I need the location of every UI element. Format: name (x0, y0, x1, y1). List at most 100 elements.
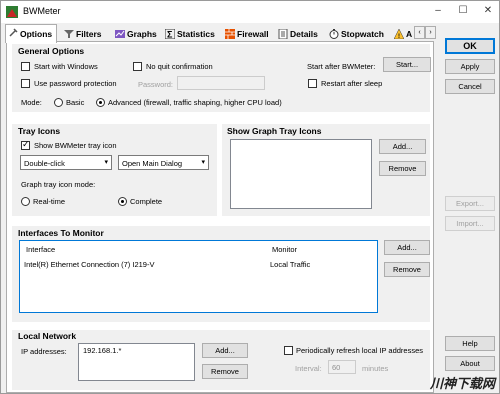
tray-click-value: Double-click (24, 159, 65, 168)
local-network-group: Local Network IP addresses: 192.168.1.* … (12, 330, 430, 390)
apply-button[interactable]: Apply (445, 59, 495, 74)
tray-icons-group: Tray Icons Show BWMeter tray icon Double… (12, 124, 217, 216)
interfaces-list[interactable]: Interface Monitor Intel(R) Ethernet Conn… (19, 240, 378, 313)
tab-statistics[interactable]: Σ Statistics (163, 26, 215, 42)
graph-tray-icons-group: Show Graph Tray Icons Add... Remove (222, 124, 430, 216)
password-input[interactable] (177, 76, 265, 90)
stopwatch-icon (329, 29, 339, 39)
restart-after-sleep-label: Restart after sleep (321, 79, 383, 88)
tray-click-select[interactable]: Double-click ▾ (20, 155, 112, 170)
graph-tray-mode-label: Graph tray icon mode: (21, 180, 96, 189)
tab-graphs-label: Graphs (127, 29, 157, 39)
complete-radio[interactable] (118, 197, 127, 206)
chevron-down-icon: ▾ (201, 159, 205, 166)
general-options-group: General Options Start with Windows No qu… (12, 44, 431, 112)
watermark: 川神下载网 (429, 376, 495, 391)
tab-graphs[interactable]: Graphs (113, 26, 157, 42)
refresh-local-ip-label: Periodically refresh local IP addresses (296, 346, 424, 355)
minimize-button[interactable]: – (431, 4, 445, 18)
tab-scroll-left[interactable]: ‹ (414, 26, 425, 39)
tab-alerts[interactable]: ! A (392, 26, 412, 42)
window-title: BWMeter (23, 6, 61, 16)
list-item[interactable]: 192.168.1.* (83, 346, 121, 355)
no-quit-confirmation-checkbox[interactable] (133, 62, 142, 71)
svg-text:Σ: Σ (167, 30, 173, 40)
tab-stopwatch-label: Stopwatch (341, 29, 384, 39)
help-button[interactable]: Help (445, 336, 495, 351)
tab-details[interactable]: Details (276, 26, 318, 42)
alert-icon: ! (394, 29, 404, 39)
ip-remove-button[interactable]: Remove (202, 364, 248, 379)
start-after-label: Start after BWMeter: (307, 62, 376, 71)
interfaces-add-button[interactable]: Add... (384, 240, 430, 255)
tab-alerts-label: A (406, 29, 413, 39)
details-icon (278, 29, 288, 39)
use-password-label: Use password protection (34, 79, 117, 88)
tab-details-label: Details (290, 29, 318, 39)
interface-column-header[interactable]: Interface (26, 245, 55, 254)
complete-label: Complete (130, 197, 163, 206)
interface-monitor-cell: Local Traffic (270, 260, 311, 269)
cancel-button[interactable]: Cancel (445, 79, 495, 94)
export-button[interactable]: Export... (445, 196, 495, 211)
use-password-checkbox[interactable] (21, 79, 30, 88)
monitor-column-header[interactable]: Monitor (272, 245, 297, 254)
tab-strip: Options Filters Graphs Σ Statistics Fire… (2, 24, 432, 43)
ip-add-button[interactable]: Add... (202, 343, 248, 358)
svg-text:!: ! (398, 34, 400, 39)
tray-action-select[interactable]: Open Main Dialog ▾ (118, 155, 209, 170)
mode-advanced-radio[interactable] (96, 98, 105, 107)
graph-tray-icons-title: Show Graph Tray Icons (227, 126, 322, 136)
graph-icon (115, 30, 125, 38)
firewall-icon (225, 29, 235, 39)
tab-filters[interactable]: Filters (62, 26, 102, 42)
realtime-radio[interactable] (21, 197, 30, 206)
general-options-title: General Options (18, 46, 85, 56)
ip-addresses-list[interactable]: 192.168.1.* (78, 343, 195, 381)
tab-firewall[interactable]: Firewall (223, 26, 269, 42)
interval-label: Interval: (295, 364, 322, 373)
table-row[interactable]: Intel(R) Ethernet Connection (7) I219-V … (20, 259, 377, 271)
show-tray-icon-checkbox[interactable] (21, 139, 30, 150)
restart-after-sleep-checkbox[interactable] (308, 79, 317, 88)
tray-icons-title: Tray Icons (18, 126, 61, 136)
mode-basic-radio[interactable] (54, 98, 63, 107)
graph-tray-icons-list[interactable] (230, 139, 372, 209)
tab-options-label: Options (20, 29, 53, 39)
ip-addresses-label: IP addresses: (21, 347, 67, 356)
maximize-button[interactable]: ☐ (456, 4, 470, 18)
interface-name-cell: Intel(R) Ethernet Connection (7) I219-V (24, 260, 155, 269)
minutes-label: minutes (362, 364, 389, 373)
graph-tray-add-button[interactable]: Add... (379, 139, 426, 154)
tab-stopwatch[interactable]: Stopwatch (327, 26, 384, 42)
tab-firewall-label: Firewall (237, 29, 269, 39)
title-bar: BWMeter – ☐ ✕ (1, 1, 499, 23)
realtime-label: Real-time (33, 197, 66, 206)
about-button[interactable]: About (445, 356, 495, 371)
sigma-icon: Σ (165, 29, 175, 39)
interfaces-remove-button[interactable]: Remove (384, 262, 430, 277)
bwmeter-app-icon (6, 6, 18, 18)
tray-action-value: Open Main Dialog (122, 159, 183, 168)
options-panel: General Options Start with Windows No qu… (6, 41, 434, 393)
mode-label: Mode: (21, 98, 42, 107)
password-label: Password: (138, 80, 174, 89)
start-after-button[interactable]: Start... (383, 57, 431, 72)
no-quit-confirmation-label: No quit confirmation (146, 62, 213, 71)
interval-input[interactable]: 60 (328, 360, 356, 374)
show-tray-icon-label: Show BWMeter tray icon (34, 141, 117, 150)
filter-icon (64, 30, 74, 38)
ok-button[interactable]: OK (445, 38, 495, 54)
graph-tray-remove-button[interactable]: Remove (379, 161, 426, 176)
start-with-windows-label: Start with Windows (34, 62, 98, 71)
tab-options[interactable]: Options (5, 24, 57, 43)
interfaces-group: Interfaces To Monitor Interface Monitor … (12, 226, 430, 322)
wrench-icon (9, 28, 18, 37)
tab-scroll-right[interactable]: › (425, 26, 436, 39)
tab-statistics-label: Statistics (177, 29, 215, 39)
close-button[interactable]: ✕ (481, 4, 495, 18)
refresh-local-ip-checkbox[interactable] (284, 346, 293, 355)
import-button[interactable]: Import... (445, 216, 495, 231)
chevron-down-icon: ▾ (104, 159, 108, 166)
start-with-windows-checkbox[interactable] (21, 62, 30, 71)
